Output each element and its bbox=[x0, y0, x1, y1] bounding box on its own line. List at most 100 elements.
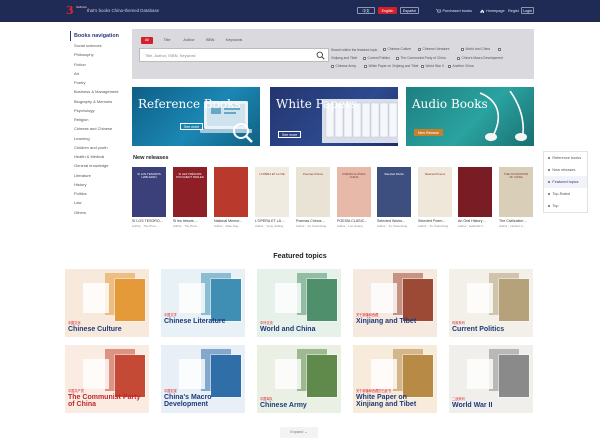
book-card[interactable]: L'OPÉRA ET LA VIE L'OPÉRA ET LA ... Author… bbox=[255, 167, 289, 228]
filter-current-politics[interactable]: Current Politics bbox=[363, 56, 390, 60]
sidebar-item[interactable]: Law bbox=[70, 198, 125, 207]
login-button[interactable]: Login bbox=[521, 7, 534, 14]
book-cover[interactable]: Poemas Chinos bbox=[296, 167, 330, 217]
book-title[interactable]: Si les trésors ... bbox=[173, 219, 207, 223]
featured-topic-card[interactable]: 二战系列 World War II bbox=[449, 345, 533, 413]
book-cover[interactable]: Selected Works bbox=[377, 167, 411, 217]
book-card[interactable]: An Oral History ... Author：Editorial C... bbox=[458, 167, 492, 228]
book-cover-text: POESÍA CLÁSICA CHINA bbox=[342, 172, 366, 180]
topic-book-front bbox=[499, 279, 529, 321]
search-icon[interactable] bbox=[316, 51, 325, 60]
expand-button[interactable]: Expand ⌄ bbox=[280, 427, 318, 438]
banner-new-release-button[interactable]: New Release bbox=[414, 129, 443, 136]
featured-topic-card[interactable]: 时政系列 Current Politics bbox=[449, 269, 533, 337]
book-card[interactable]: THE CIVILIZATION OF CHINA The Civilizatio… bbox=[499, 167, 533, 228]
filter-chinese-culture[interactable]: Chinese Culture bbox=[383, 47, 411, 51]
book-card[interactable]: SI LOS TESOROS HABLARAN SI LOS TESORO... A… bbox=[132, 167, 166, 228]
filter-chinese-army[interactable]: Chinese Army bbox=[331, 64, 356, 68]
book-title[interactable]: The Civilization ... bbox=[499, 219, 533, 223]
filter-chinese-literature[interactable]: Chinese Literature bbox=[418, 47, 449, 51]
sidebar-item[interactable]: Politics bbox=[70, 189, 125, 198]
filter-macro-development[interactable]: China's Macro Development bbox=[457, 56, 503, 60]
book-card[interactable]: SI LES TRÉSORS POUVAIENT PARLER Si les tr… bbox=[173, 167, 207, 228]
quick-nav-item[interactable]: Reference books bbox=[544, 152, 587, 164]
sidebar-item[interactable]: Philosophy bbox=[70, 50, 125, 59]
quick-nav-item[interactable]: Top-Rated bbox=[544, 188, 587, 200]
book-cover[interactable] bbox=[214, 167, 248, 217]
book-cover[interactable]: SI LOS TESOROS HABLARAN bbox=[132, 167, 166, 217]
featured-topic-card[interactable]: 中国军队 Chinese Army bbox=[257, 345, 341, 413]
book-title[interactable]: An Oral History ... bbox=[458, 219, 492, 223]
purchased-books-link[interactable]: Purchased books bbox=[436, 8, 472, 14]
featured-topic-card[interactable]: 关于新疆和西藏 Xinjiang and Tibet bbox=[353, 269, 437, 337]
sidebar-item[interactable]: History bbox=[70, 180, 125, 189]
sidebar-item[interactable]: Fiction bbox=[70, 60, 125, 69]
sidebar-item[interactable]: Children and youth bbox=[70, 143, 125, 152]
lang-button-spanish[interactable]: Español bbox=[400, 7, 419, 14]
book-card[interactable]: Selected Works Selected Works... Author：Xu… bbox=[377, 167, 411, 228]
featured-topic-card[interactable]: 中国文化 Chinese Culture bbox=[65, 269, 149, 337]
book-cover[interactable]: SI LES TRÉSORS POUVAIENT PARLER bbox=[173, 167, 207, 217]
sidebar-item[interactable]: Health & Medical bbox=[70, 152, 125, 161]
book-card[interactable]: POESÍA CLÁSICA CHINA POESÍA CLÁSIC... Auth… bbox=[337, 167, 371, 228]
featured-topic-card[interactable]: 中国文学 Chinese Literature bbox=[161, 269, 245, 337]
sidebar-item[interactable]: Literature bbox=[70, 171, 125, 180]
book-title[interactable]: Selected Works... bbox=[377, 219, 411, 223]
book-title[interactable]: POESÍA CLÁSIC... bbox=[337, 219, 371, 223]
sidebar-item[interactable]: Poetry bbox=[70, 78, 125, 87]
book-cover[interactable]: Selected Poems bbox=[418, 167, 452, 217]
quick-nav-item[interactable]: Featured topics bbox=[544, 176, 587, 188]
homepage-link[interactable]: Homepage bbox=[480, 8, 505, 14]
filter-world-and-china[interactable]: World and China bbox=[461, 47, 490, 51]
banner-see-more-button[interactable]: See more bbox=[278, 131, 302, 138]
filter-communist-party[interactable]: The Communist Party of China bbox=[396, 56, 446, 60]
filter-xinjiang-tibet-checkbox[interactable] bbox=[498, 47, 503, 51]
book-card[interactable]: National Memor... Author：Zhao Hog... bbox=[214, 167, 248, 228]
book-cover[interactable] bbox=[458, 167, 492, 217]
sidebar-item[interactable]: Business & Management bbox=[70, 87, 125, 96]
sidebar-item[interactable]: Religion bbox=[70, 115, 125, 124]
sidebar-item[interactable]: Biography & Memoirs bbox=[70, 97, 125, 106]
book-cover[interactable]: THE CIVILIZATION OF CHINA bbox=[499, 167, 533, 217]
register-link[interactable]: Regist bbox=[508, 8, 519, 14]
book-card[interactable]: Poemas Chinos Poemas Chinos ... Author：Xu … bbox=[296, 167, 330, 228]
search-tab-title[interactable]: Title bbox=[161, 37, 173, 44]
sidebar-item[interactable]: Art bbox=[70, 69, 125, 78]
sidebar-item[interactable]: Others bbox=[70, 208, 125, 217]
book-card[interactable]: Selected Poems Selected Poem... Author：Xu … bbox=[418, 167, 452, 228]
filter-xinjiang-tibet-label[interactable]: Xinjiang and Tibet bbox=[331, 56, 357, 60]
book-cover[interactable]: L'OPÉRA ET LA VIE bbox=[255, 167, 289, 217]
filter-another-china[interactable]: Another China bbox=[448, 64, 474, 68]
sidebar-item[interactable]: Learning bbox=[70, 134, 125, 143]
featured-topic-card[interactable]: 关于新疆和西藏的白皮书 White Paper on Xinjiang and T… bbox=[353, 345, 437, 413]
lang-button-chinese[interactable]: 中文 bbox=[357, 7, 375, 14]
banner-white-papers[interactable]: White Papers See more bbox=[270, 87, 398, 146]
search-tab-author[interactable]: Author bbox=[181, 37, 197, 44]
book-cover[interactable]: POESÍA CLÁSICA CHINA bbox=[337, 167, 371, 217]
book-title[interactable]: Poemas Chinos ... bbox=[296, 219, 330, 223]
site-logo[interactable]: 3 theBooks bbox=[66, 4, 87, 17]
lang-button-english[interactable]: English bbox=[378, 7, 397, 14]
book-title[interactable]: National Memor... bbox=[214, 219, 248, 223]
featured-topic-card[interactable]: 中国宏观 China's Macro Development bbox=[161, 345, 245, 413]
banner-reference-books[interactable]: Reference Books See more bbox=[132, 87, 260, 146]
sidebar-item[interactable]: Psychology bbox=[70, 106, 125, 115]
quick-nav-item[interactable]: New releases bbox=[544, 164, 587, 176]
book-title[interactable]: SI LOS TESORO... bbox=[132, 219, 166, 223]
sidebar-item[interactable]: Social sciences bbox=[70, 41, 125, 50]
filter-world-war-ii[interactable]: World War II bbox=[421, 64, 444, 68]
filter-white-paper[interactable]: White Paper on Xinjiang and Tibet bbox=[364, 64, 418, 68]
featured-topic-card[interactable]: 中国共产党 The Communist Party of China bbox=[65, 345, 149, 413]
search-input[interactable] bbox=[140, 49, 310, 62]
sidebar-item[interactable]: Chinese and Chinese bbox=[70, 124, 125, 133]
quick-nav-item[interactable]: Top bbox=[544, 200, 587, 212]
search-tab-keywords[interactable]: Keywords bbox=[223, 37, 245, 44]
sidebar-item[interactable]: General knowledge bbox=[70, 161, 125, 170]
book-title[interactable]: L'OPÉRA ET LA ... bbox=[255, 219, 289, 223]
search-tab-isbn[interactable]: ISBN bbox=[203, 37, 217, 44]
search-tab-all[interactable]: All bbox=[141, 37, 153, 44]
banner-see-more-button[interactable]: See more bbox=[180, 123, 204, 130]
featured-topic-card[interactable]: 中外交流 World and China bbox=[257, 269, 341, 337]
book-title[interactable]: Selected Poem... bbox=[418, 219, 452, 223]
banner-audio-books[interactable]: Audio Books New Release bbox=[406, 87, 534, 146]
